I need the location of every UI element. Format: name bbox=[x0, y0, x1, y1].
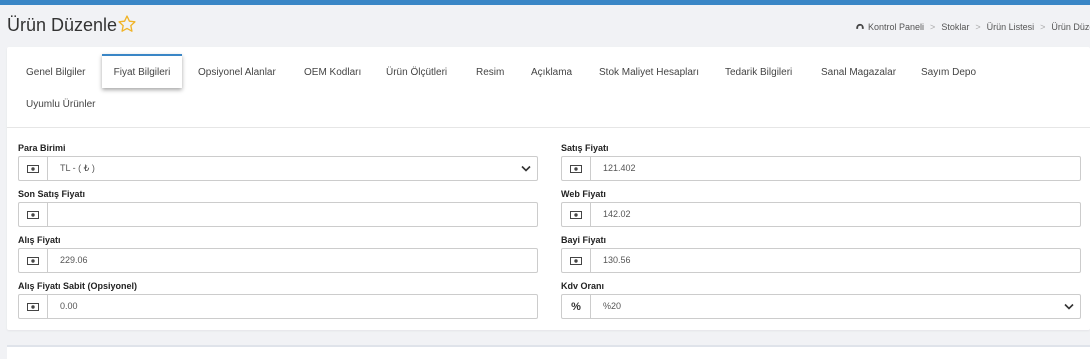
tab-oem-kodlari[interactable]: OEM Kodları bbox=[304, 67, 361, 78]
tab-uyumlu-urunler[interactable]: Uyumlu Ürünler bbox=[26, 99, 95, 110]
tab-aciklama[interactable]: Açıklama bbox=[531, 67, 572, 78]
kdv-orani-select[interactable]: % %20 bbox=[561, 294, 1081, 319]
breadcrumb-kontrol-paneli[interactable]: Kontrol Paneli bbox=[868, 22, 924, 32]
web-fiyati-label: Web Fiyatı bbox=[561, 189, 606, 199]
breadcrumb-separator: > bbox=[930, 22, 936, 32]
tab-sayim-depo[interactable]: Sayım Depo bbox=[921, 67, 976, 78]
money-icon bbox=[562, 249, 591, 272]
money-icon bbox=[19, 295, 48, 318]
alis-fiyati-input[interactable]: 229.06 bbox=[18, 248, 538, 273]
money-icon bbox=[19, 157, 48, 180]
alis-fiyati-sabit-input[interactable]: 0.00 bbox=[18, 294, 538, 319]
top-accent-bar bbox=[0, 0, 1090, 5]
chevron-down-icon bbox=[521, 165, 531, 172]
tab-fiyat-bilgileri[interactable]: Fiyat Bilgileri bbox=[102, 54, 182, 88]
money-icon bbox=[562, 157, 591, 180]
web-fiyati-input[interactable]: 142.02 bbox=[561, 202, 1081, 227]
product-edit-card: Genel Bilgiler Fiyat Bilgileri Opsiyonel… bbox=[7, 47, 1090, 330]
alis-fiyati-sabit-value: 0.00 bbox=[60, 301, 78, 311]
kdv-orani-label: Kdv Oranı bbox=[561, 281, 605, 291]
money-icon bbox=[562, 203, 591, 226]
tab-urun-olcutleri[interactable]: Ürün Ölçütleri bbox=[386, 67, 447, 78]
breadcrumb-urun-duzenle: Ürün Düzenle bbox=[1051, 22, 1090, 32]
bayi-fiyati-input[interactable]: 130.56 bbox=[561, 248, 1081, 273]
tab-genel-bilgiler[interactable]: Genel Bilgiler bbox=[26, 67, 85, 78]
satis-fiyati-label: Satış Fiyatı bbox=[561, 143, 609, 153]
breadcrumb-urun-listesi[interactable]: Ürün Listesi bbox=[987, 22, 1035, 32]
bayi-fiyati-value: 130.56 bbox=[603, 255, 631, 265]
alis-fiyati-label: Alış Fiyatı bbox=[18, 235, 61, 245]
breadcrumb-stoklar[interactable]: Stoklar bbox=[941, 22, 969, 32]
percent-icon: % bbox=[562, 295, 591, 318]
page-title: Ürün Düzenle bbox=[7, 15, 118, 35]
tab-tedarik-bilgileri[interactable]: Tedarik Bilgileri bbox=[725, 67, 792, 78]
next-section-card bbox=[7, 345, 1090, 359]
son-satis-fiyati-label: Son Satış Fiyatı bbox=[18, 189, 86, 199]
chevron-down-icon bbox=[1064, 303, 1074, 310]
tab-opsiyonel-alanlar[interactable]: Opsiyonel Alanlar bbox=[198, 67, 276, 78]
alis-fiyati-value: 229.06 bbox=[60, 255, 88, 265]
web-fiyati-value: 142.02 bbox=[603, 209, 631, 219]
money-icon bbox=[19, 249, 48, 272]
para-birimi-select[interactable]: TL - ( ₺ ) bbox=[18, 156, 538, 181]
tab-resim[interactable]: Resim bbox=[476, 67, 504, 78]
kdv-orani-value: %20 bbox=[603, 301, 622, 311]
satis-fiyati-input[interactable]: 121.402 bbox=[561, 156, 1081, 181]
bayi-fiyati-label: Bayi Fiyatı bbox=[561, 235, 607, 245]
breadcrumb: Kontrol Paneli > Stoklar > Ürün Listesi … bbox=[855, 22, 1090, 32]
para-birimi-value: TL - ( ₺ ) bbox=[60, 163, 95, 173]
tab-stok-maliyet-hesaplari[interactable]: Stok Maliyet Hesapları bbox=[599, 67, 699, 78]
alis-fiyati-sabit-label: Alış Fiyatı Sabit (Opsiyonel) bbox=[18, 281, 138, 291]
breadcrumb-separator: > bbox=[1040, 22, 1046, 32]
son-satis-fiyati-input[interactable] bbox=[18, 202, 538, 227]
breadcrumb-separator: > bbox=[975, 22, 981, 32]
dashboard-icon bbox=[856, 23, 864, 29]
satis-fiyati-value: 121.402 bbox=[603, 163, 636, 173]
star-icon[interactable] bbox=[117, 14, 137, 34]
para-birimi-label: Para Birimi bbox=[18, 143, 66, 153]
tabs-divider bbox=[7, 127, 1090, 128]
tab-sanal-magazalar[interactable]: Sanal Magazalar bbox=[821, 67, 896, 78]
money-icon bbox=[19, 203, 48, 226]
